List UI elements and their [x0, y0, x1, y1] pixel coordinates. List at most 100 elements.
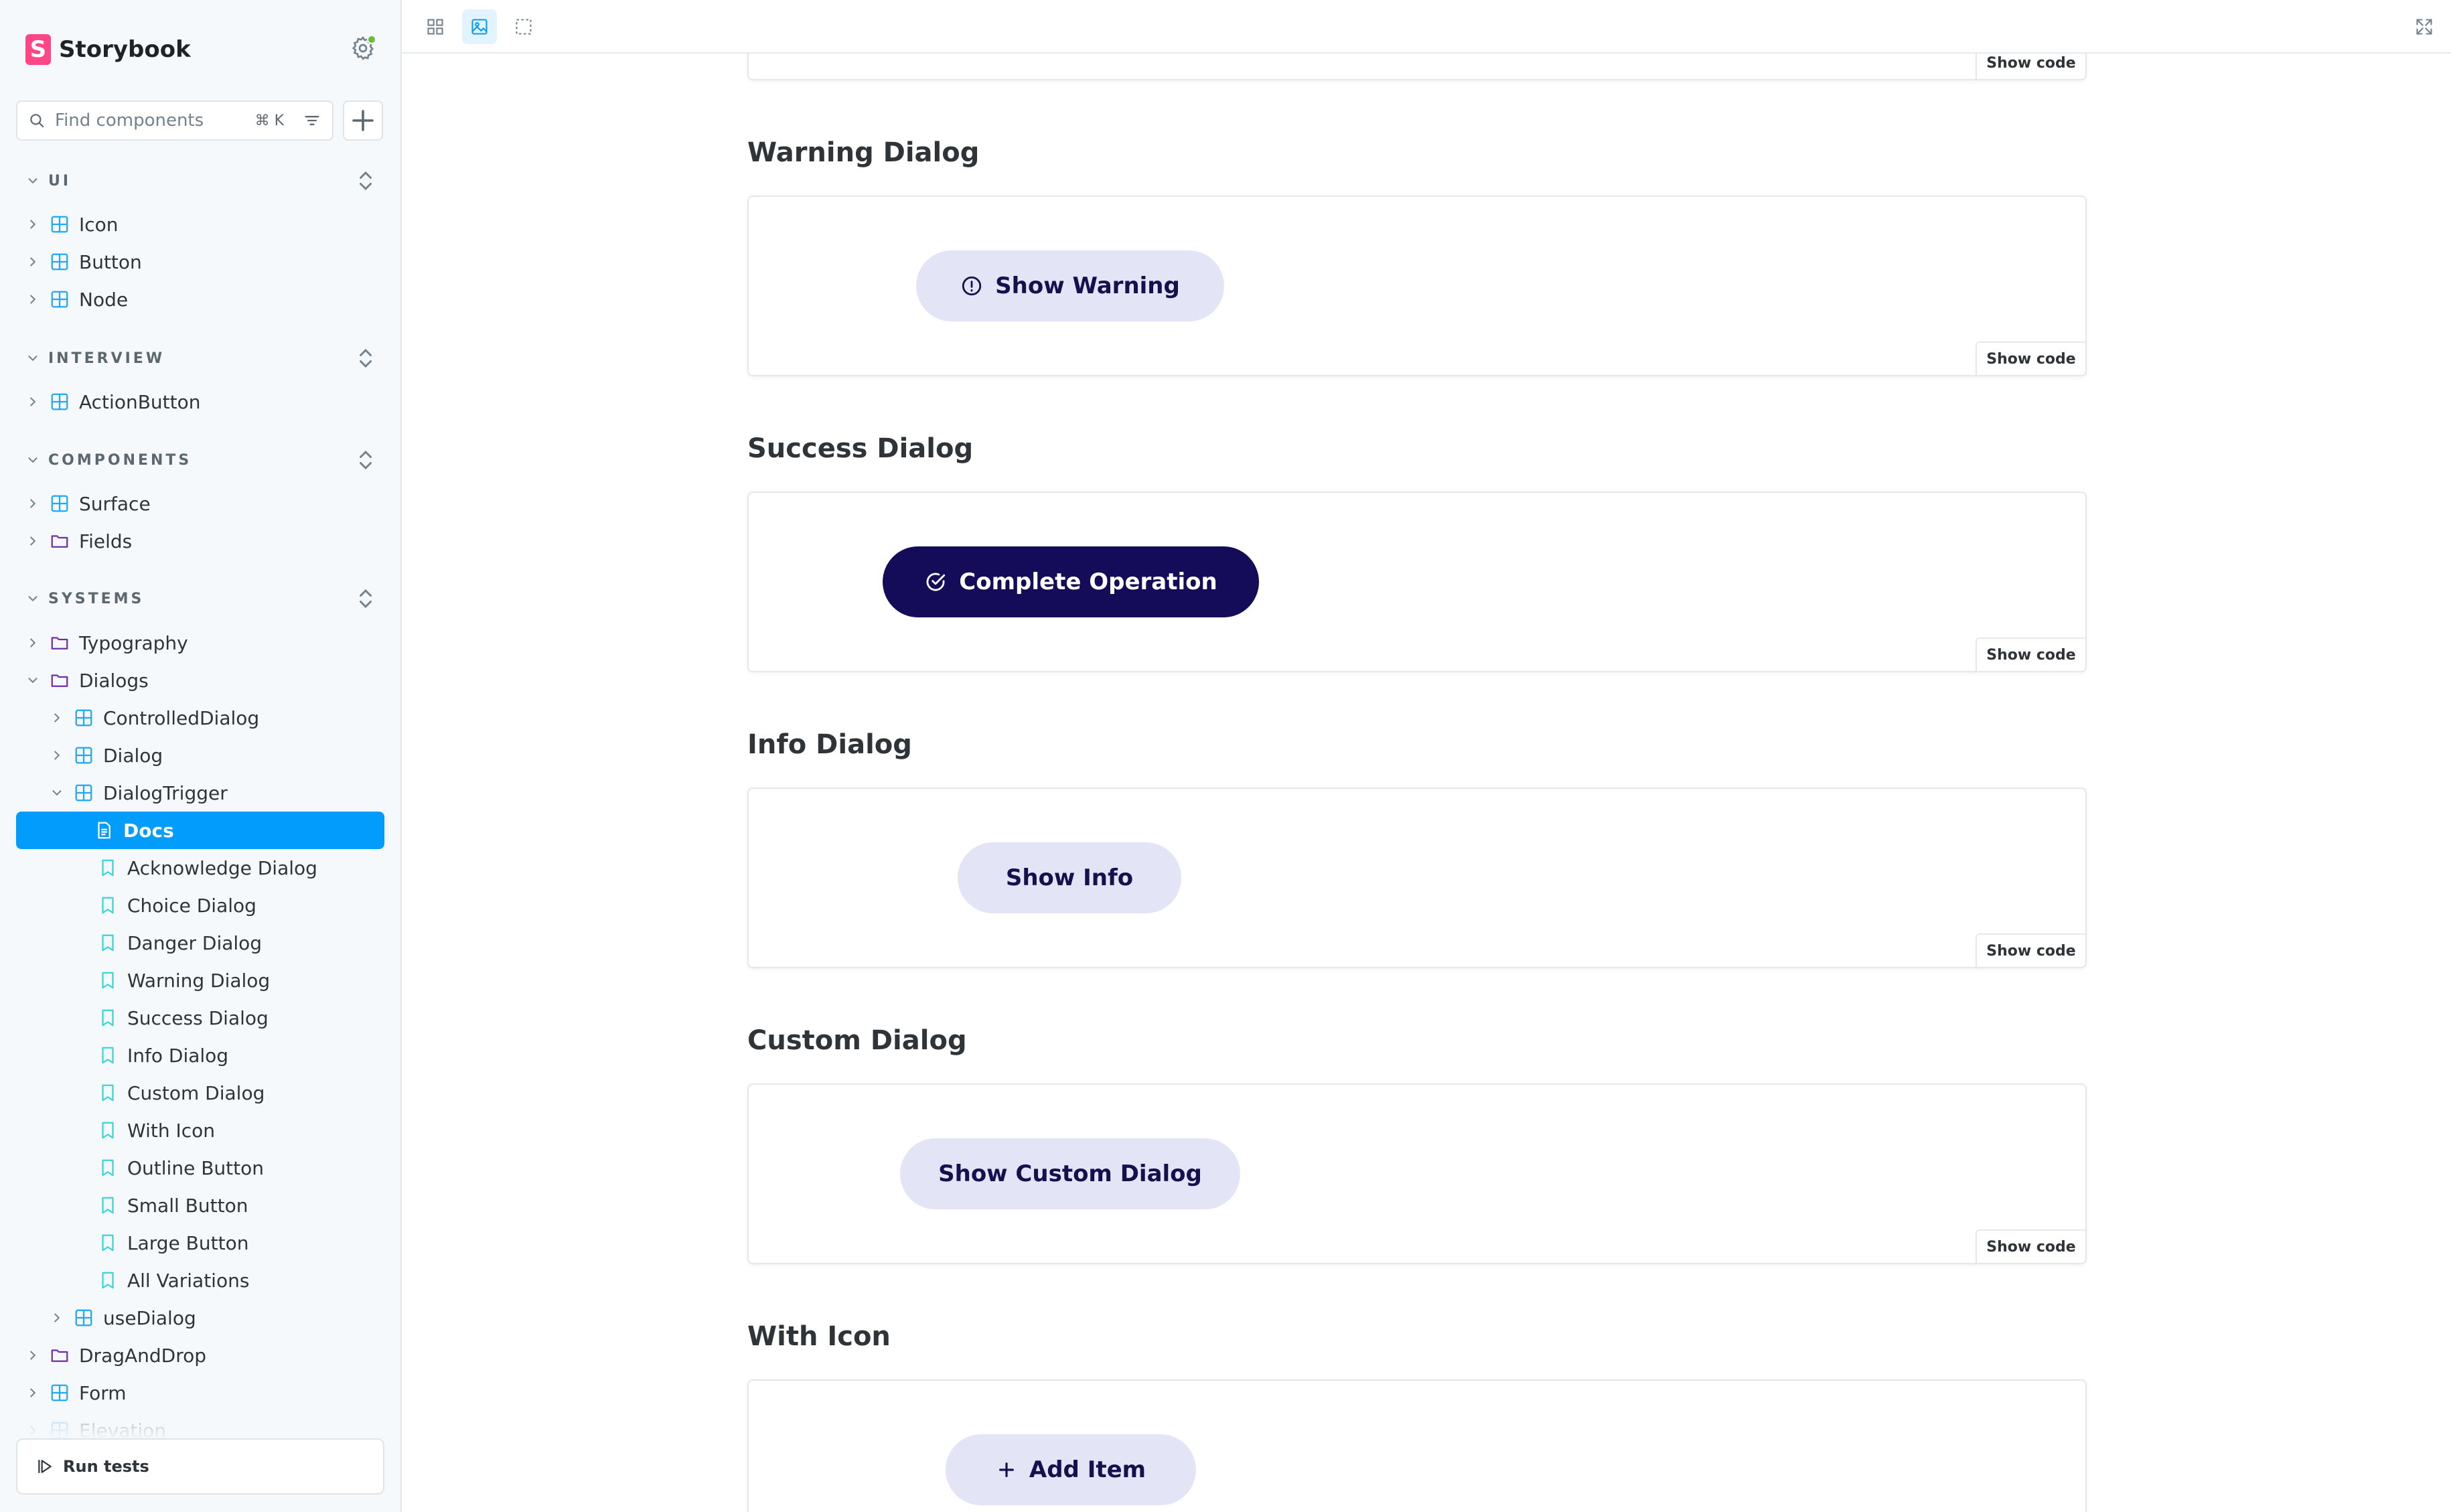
sidebar-item-button[interactable]: Button: [25, 243, 142, 281]
chevron-right-icon: [54, 713, 60, 723]
sidebar-item-label: Dialog: [103, 744, 163, 767]
sidebar-item-dialogtrigger[interactable]: DialogTrigger: [50, 774, 228, 812]
outline-icon: [516, 19, 532, 35]
button-label: Show Info: [1005, 864, 1134, 891]
component-icon: [51, 291, 68, 308]
section-label: COMPONENTS: [48, 451, 192, 469]
show-code-button[interactable]: Show code: [1976, 54, 2087, 80]
sidebar-item-small-button[interactable]: Small Button: [74, 1187, 248, 1224]
background-button[interactable]: [462, 9, 497, 44]
with-icon-trigger-button[interactable]: Add Item: [946, 1434, 1196, 1505]
chevron-right-icon: [30, 295, 36, 304]
image-icon: [471, 19, 488, 35]
sidebar-item-custom-dialog[interactable]: Custom Dialog: [74, 1074, 265, 1112]
chevron-right-icon: [30, 1388, 36, 1397]
sidebar-section-ui[interactable]: UI: [25, 167, 71, 194]
expand-all-icon[interactable]: [354, 585, 378, 612]
sidebar-item-draganddrop[interactable]: DragAndDrop: [25, 1337, 206, 1374]
expand-all-icon[interactable]: [354, 345, 378, 372]
sidebar-item-label: ControlledDialog: [103, 706, 260, 729]
sidebar-item-label: Warning Dialog: [127, 969, 271, 992]
expand-all-icon[interactable]: [354, 167, 378, 194]
show-code-button[interactable]: Show code: [1976, 342, 2087, 376]
sidebar-item-dialogs[interactable]: Dialogs: [25, 662, 149, 699]
sidebar-item-label: Typography: [79, 631, 188, 654]
show-code-button[interactable]: Show code: [1976, 1229, 2087, 1264]
sidebar-item-node[interactable]: Node: [25, 281, 128, 318]
sidebar-item-danger-dialog[interactable]: Danger Dialog: [74, 924, 262, 962]
sidebar-item-with-icon[interactable]: With Icon: [74, 1112, 215, 1149]
create-story-button[interactable]: [343, 100, 383, 141]
sidebar-item-label: ActionButton: [79, 390, 201, 413]
bookmark-icon: [102, 972, 114, 989]
play-icon: [38, 1460, 52, 1473]
sidebar-item-success-dialog[interactable]: Success Dialog: [74, 999, 269, 1037]
sidebar-item-docs[interactable]: Docs: [16, 812, 384, 849]
sidebar-item-label: Outline Button: [127, 1156, 264, 1179]
success-dialog-trigger-button[interactable]: Complete Operation: [883, 546, 1259, 617]
check-circle-icon: [924, 571, 947, 593]
sidebar-item-outline-button[interactable]: Outline Button: [74, 1149, 264, 1187]
chevron-right-icon: [30, 638, 36, 648]
story-title-with-icon: With Icon: [747, 1321, 891, 1352]
warning-dialog-trigger-button[interactable]: Show Warning: [916, 250, 1224, 321]
sidebar-item-label: Acknowledge Dialog: [127, 856, 317, 879]
sidebar-item-actionbutton[interactable]: ActionButton: [25, 383, 200, 421]
sidebar-item-fields[interactable]: Fields: [25, 522, 132, 560]
story-canvas-custom-dialog: Show Custom Dialog Show code: [747, 1083, 2087, 1264]
grid-icon: [427, 19, 443, 35]
component-icon: [75, 784, 92, 802]
sidebar-item-icon[interactable]: Icon: [25, 206, 119, 243]
sidebar-item-usedialog[interactable]: useDialog: [50, 1299, 196, 1337]
sidebar-item-label: Choice Dialog: [127, 894, 256, 917]
sidebar-section-components[interactable]: COMPONENTS: [25, 447, 192, 473]
section-label: INTERVIEW: [48, 350, 165, 367]
bookmark-icon: [102, 1197, 114, 1214]
sidebar-item-info-dialog[interactable]: Info Dialog: [74, 1037, 228, 1074]
component-icon: [51, 1384, 68, 1402]
sidebar-item-acknowledge-dialog[interactable]: Acknowledge Dialog: [74, 849, 317, 887]
story-canvas-success-dialog: Complete Operation Show code: [747, 492, 2087, 672]
folder-icon: [51, 674, 68, 687]
filter-icon[interactable]: [303, 111, 321, 130]
info-dialog-trigger-button[interactable]: Show Info: [958, 842, 1181, 913]
sidebar-item-surface[interactable]: Surface: [25, 485, 151, 522]
custom-dialog-trigger-button[interactable]: Show Custom Dialog: [900, 1138, 1240, 1209]
brand[interactable]: S Storybook: [25, 33, 191, 66]
sidebar-item-large-button[interactable]: Large Button: [74, 1224, 248, 1262]
fullscreen-button[interactable]: [2407, 9, 2442, 44]
bookmark-icon: [102, 1272, 114, 1289]
sidebar-item-all-variations[interactable]: All Variations: [74, 1262, 249, 1299]
sidebar-item-label: Surface: [79, 492, 151, 515]
sidebar-item-form[interactable]: Form: [25, 1374, 127, 1412]
search-shortcut: ⌘ K: [254, 112, 284, 129]
sidebar-item-dialog[interactable]: Dialog: [50, 737, 163, 774]
outline-button[interactable]: [506, 9, 541, 44]
sidebar-item-label: useDialog: [103, 1306, 196, 1329]
sidebar-item-label: Fields: [79, 530, 133, 552]
document-icon: [98, 822, 110, 839]
grid-view-button[interactable]: [418, 9, 453, 44]
bookmark-icon: [102, 1084, 114, 1102]
show-code-button[interactable]: Show code: [1976, 637, 2087, 672]
section-label: UI: [48, 172, 72, 190]
chevron-down-icon: [28, 678, 38, 684]
sidebar-section-systems[interactable]: SYSTEMS: [25, 585, 144, 612]
expand-all-icon[interactable]: [354, 447, 378, 473]
storybook-logo: S: [25, 34, 51, 65]
run-tests-button[interactable]: Run tests: [16, 1438, 384, 1495]
app-name: Storybook: [59, 36, 191, 63]
story-title-info-dialog: Info Dialog: [747, 729, 912, 760]
sidebar-item-typography[interactable]: Typography: [25, 624, 188, 662]
show-code-button[interactable]: Show code: [1976, 933, 2087, 968]
sidebar-item-controlleddialog[interactable]: ControlledDialog: [50, 699, 259, 737]
sidebar: S Storybook Find components ⌘ K UI INTERV…: [0, 0, 402, 1512]
expand-icon: [2416, 19, 2432, 35]
sidebar-section-interview[interactable]: INTERVIEW: [25, 345, 165, 372]
sidebar-item-choice-dialog[interactable]: Choice Dialog: [74, 887, 256, 924]
component-icon: [51, 495, 68, 512]
sidebar-item-warning-dialog[interactable]: Warning Dialog: [74, 962, 270, 999]
search-input[interactable]: Find components ⌘ K: [16, 100, 333, 141]
story-title-custom-dialog: Custom Dialog: [747, 1025, 967, 1056]
component-icon: [75, 1309, 92, 1327]
